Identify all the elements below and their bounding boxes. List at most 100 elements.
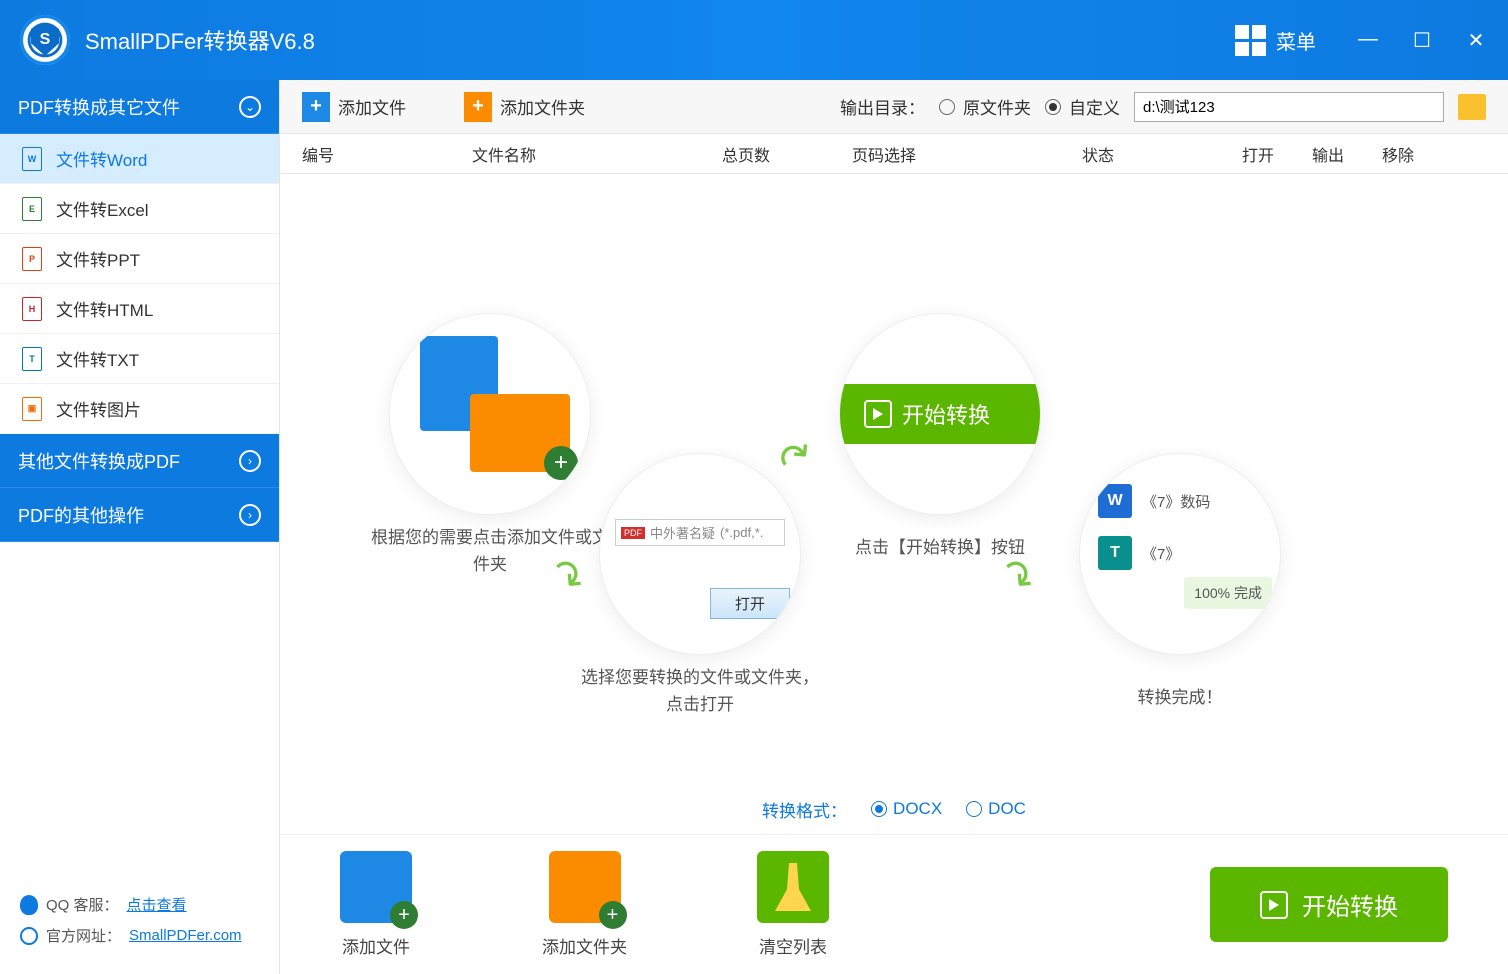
qq-icon xyxy=(20,895,38,915)
action-add-folder[interactable]: + 添加文件夹 xyxy=(542,851,627,958)
sidebar-section-other-to-pdf[interactable]: 其他文件转换成PDF › xyxy=(0,434,279,488)
sidebar-item-label: 文件转Excel xyxy=(56,196,149,221)
toolbar: + 添加文件 + 添加文件夹 输出目录： 原文件夹 自定义 xyxy=(280,80,1508,134)
site-label: 官方网址： xyxy=(46,925,121,946)
pdf-badge-icon: PDF xyxy=(621,527,645,539)
menu-button[interactable]: 菜单 xyxy=(1235,25,1316,56)
site-link[interactable]: SmallPDFer.com xyxy=(129,927,242,944)
guide-step4-text: 转换完成！ xyxy=(1090,684,1270,711)
output-dir-label: 输出目录： xyxy=(840,94,925,119)
plus-icon: + xyxy=(302,92,330,122)
header-name: 文件名称 xyxy=(472,142,722,166)
action-label: 清空列表 xyxy=(759,933,827,958)
sidebar-item-html[interactable]: H 文件转HTML xyxy=(0,284,279,334)
main-panel: + 添加文件 + 添加文件夹 输出目录： 原文件夹 自定义 编号 文件名称 xyxy=(280,80,1508,974)
doc-name: 《7》数码 xyxy=(1142,491,1210,512)
guide-step3-circle: 开始转换 xyxy=(840,314,1040,514)
play-icon xyxy=(1260,891,1288,919)
radio-icon xyxy=(966,801,982,817)
pdf-filename: 中外著名疑 xyxy=(650,523,715,542)
sidebar-item-txt[interactable]: T 文件转TXT xyxy=(0,334,279,384)
word-icon: W xyxy=(22,147,42,171)
close-button[interactable]: ✕ xyxy=(1464,28,1488,53)
radio-label: 原文件夹 xyxy=(963,94,1031,119)
pdf-filter: (*.pdf,*. xyxy=(720,525,763,540)
sidebar-item-label: 文件转PPT xyxy=(56,246,140,271)
doc-name: 《7》 xyxy=(1142,543,1180,564)
guide-step2-circle: PDF 中外著名疑 (*.pdf,*. 打开 xyxy=(600,454,800,654)
sidebar-footer: QQ 客服： 点击查看 官方网址： SmallPDFer.com xyxy=(0,876,279,974)
header-output: 输出 xyxy=(1312,142,1382,166)
action-add-file[interactable]: + 添加文件 xyxy=(340,851,412,958)
guide-step1-circle xyxy=(390,314,590,514)
sidebar-item-image[interactable]: ▣ 文件转图片 xyxy=(0,384,279,434)
arrow-icon: ↷ xyxy=(769,429,824,486)
txt-icon: T xyxy=(22,347,42,371)
header-status: 状态 xyxy=(1082,142,1242,166)
sidebar-section-pdf-other-ops[interactable]: PDF的其他操作 › xyxy=(0,488,279,542)
plus-icon: + xyxy=(464,92,492,122)
radio-label: 自定义 xyxy=(1069,94,1120,119)
ppt-icon: P xyxy=(22,247,42,271)
add-folder-icon: + xyxy=(549,851,621,923)
header-open: 打开 xyxy=(1242,142,1312,166)
guide-step2-text: 选择您要转换的文件或文件夹，点击打开 xyxy=(575,664,825,718)
qq-label: QQ 客服： xyxy=(46,894,119,915)
format-row: 转换格式： DOCX DOC xyxy=(280,784,1508,834)
menu-label: 菜单 xyxy=(1276,26,1316,55)
action-clear-list[interactable]: 清空列表 xyxy=(757,851,829,958)
start-button-label: 开始转换 xyxy=(1302,887,1398,922)
action-label: 添加文件 xyxy=(342,933,410,958)
window-controls: — ☐ ✕ xyxy=(1356,28,1488,53)
add-folder-button[interactable]: + 添加文件夹 xyxy=(464,92,585,122)
guide-step3-text: 点击【开始转换】按钮 xyxy=(800,534,1080,561)
sidebar-item-label: 文件转TXT xyxy=(56,346,139,371)
guide-start-label: 开始转换 xyxy=(902,398,990,430)
section-label: PDF的其他操作 xyxy=(18,502,144,528)
radio-icon xyxy=(871,801,887,817)
add-file-label: 添加文件 xyxy=(338,94,406,119)
add-folder-label: 添加文件夹 xyxy=(500,94,585,119)
header-remove: 移除 xyxy=(1382,142,1452,166)
section-label: 其他文件转换成PDF xyxy=(18,448,180,474)
play-icon xyxy=(864,400,892,428)
sidebar-item-excel[interactable]: E 文件转Excel xyxy=(0,184,279,234)
output-path-input[interactable] xyxy=(1134,92,1444,122)
chevron-right-icon: › xyxy=(239,504,261,526)
table-headers: 编号 文件名称 总页数 页码选择 状态 打开 输出 移除 xyxy=(280,134,1508,174)
sidebar-item-ppt[interactable]: P 文件转PPT xyxy=(0,234,279,284)
guide-step4-circle: W 《7》数码 T 《7》 100% 完成 xyxy=(1080,454,1280,654)
titlebar: S SmallPDFer转换器V6.8 菜单 — ☐ ✕ xyxy=(0,0,1508,80)
bottom-actions: + 添加文件 + 添加文件夹 清空列表 开始转换 xyxy=(280,834,1508,974)
sidebar: PDF转换成其它文件 ⌄ W 文件转Word E 文件转Excel P 文件转P… xyxy=(0,80,280,974)
guide-open-button: 打开 xyxy=(710,588,790,619)
header-pages: 总页数 xyxy=(722,142,852,166)
add-file-button[interactable]: + 添加文件 xyxy=(302,92,406,122)
minimize-button[interactable]: — xyxy=(1356,28,1380,53)
word-doc-icon: W xyxy=(1098,484,1132,518)
chevron-down-icon: ⌄ xyxy=(239,96,261,118)
maximize-button[interactable]: ☐ xyxy=(1410,28,1434,53)
html-icon: H xyxy=(22,297,42,321)
menu-grid-icon xyxy=(1235,25,1266,56)
start-convert-button[interactable]: 开始转换 xyxy=(1210,867,1448,942)
format-label: 转换格式： xyxy=(762,797,847,822)
guide-area: 根据您的需要点击添加文件或文件夹 ↷ PDF 中外著名疑 (*.pdf,*. 打… xyxy=(280,174,1508,784)
sidebar-item-label: 文件转Word xyxy=(56,146,147,171)
qq-link[interactable]: 点击查看 xyxy=(127,894,187,915)
action-label: 添加文件夹 xyxy=(542,933,627,958)
radio-icon xyxy=(1045,99,1061,115)
radio-original-folder[interactable]: 原文件夹 xyxy=(939,94,1031,119)
ie-icon xyxy=(20,927,38,945)
radio-custom-folder[interactable]: 自定义 xyxy=(1045,94,1120,119)
clear-list-icon xyxy=(757,851,829,923)
header-page-select: 页码选择 xyxy=(852,142,1082,166)
format-radio-doc[interactable]: DOC xyxy=(966,799,1026,819)
done-badge: 100% 完成 xyxy=(1184,577,1272,609)
browse-folder-button[interactable] xyxy=(1458,94,1486,120)
sidebar-item-word[interactable]: W 文件转Word xyxy=(0,134,279,184)
sidebar-section-pdf-to-other[interactable]: PDF转换成其它文件 ⌄ xyxy=(0,80,279,134)
format-radio-docx[interactable]: DOCX xyxy=(871,799,942,819)
txt-doc-icon: T xyxy=(1098,536,1132,570)
radio-icon xyxy=(939,99,955,115)
